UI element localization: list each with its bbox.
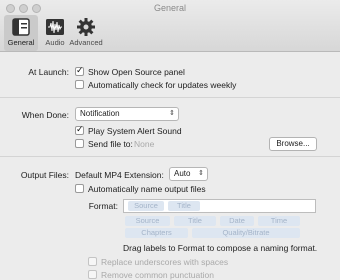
token-date[interactable]: Date xyxy=(220,216,254,226)
format-field[interactable]: Source Title xyxy=(123,199,316,213)
auto-name-checkbox[interactable] xyxy=(75,184,84,193)
token-chapters[interactable]: Chapters xyxy=(125,228,188,238)
mp4-extension-value: Auto xyxy=(174,169,191,178)
format-hint: Drag labels to Format to compose a namin… xyxy=(123,243,318,253)
auto-name-label: Automatically name output files xyxy=(88,184,206,194)
format-token-title[interactable]: Title xyxy=(168,201,200,211)
updown-arrows-icon: ⇕ xyxy=(169,110,175,117)
tab-audio[interactable]: Audio xyxy=(38,15,72,51)
token-time[interactable]: Time xyxy=(258,216,300,226)
output-files-label: Output Files: xyxy=(20,170,69,180)
format-token-source[interactable]: Source xyxy=(128,201,164,211)
tab-advanced[interactable]: Advanced xyxy=(68,15,104,51)
token-title[interactable]: Title xyxy=(174,216,216,226)
auto-update-label: Automatically check for updates weekly xyxy=(88,80,237,90)
send-file-checkbox[interactable] xyxy=(75,139,84,148)
separator xyxy=(0,97,340,98)
when-done-value: Notification xyxy=(80,109,120,118)
format-label: Format: xyxy=(88,201,118,211)
at-launch-label: At Launch: xyxy=(28,67,69,77)
show-open-source-checkbox[interactable] xyxy=(75,65,84,76)
show-open-source-label: Show Open Source panel xyxy=(88,67,185,77)
tab-advanced-label: Advanced xyxy=(69,38,103,47)
preferences-content: At Launch: Show Open Source panel Automa… xyxy=(0,53,340,280)
audio-icon xyxy=(46,19,64,35)
remove-punctuation-label: Remove common punctuation xyxy=(101,270,214,280)
tab-general[interactable]: General xyxy=(4,15,38,51)
play-sound-label: Play System Alert Sound xyxy=(88,126,182,136)
tab-general-label: General xyxy=(7,38,35,47)
replace-underscores-label: Replace underscores with spaces xyxy=(101,257,229,267)
general-icon xyxy=(12,18,30,36)
separator xyxy=(0,156,340,157)
updown-arrows-icon: ⇕ xyxy=(198,170,204,177)
gear-icon xyxy=(77,18,95,36)
token-quality-bitrate[interactable]: Quality/Bitrate xyxy=(192,228,300,238)
play-sound-checkbox[interactable] xyxy=(75,124,84,135)
tab-audio-label: Audio xyxy=(45,38,65,47)
mp4-extension-popup[interactable]: Auto ⇕ xyxy=(169,167,208,181)
remove-punctuation-checkbox[interactable] xyxy=(88,270,97,279)
auto-update-checkbox[interactable] xyxy=(75,80,84,89)
send-file-label: Send file to: xyxy=(88,139,133,149)
when-done-label: When Done: xyxy=(21,110,69,120)
token-source[interactable]: Source xyxy=(125,216,170,226)
replace-underscores-checkbox[interactable] xyxy=(88,257,97,266)
browse-button[interactable]: Browse... xyxy=(269,137,317,151)
window-titlebar: General General Audio Advanced xyxy=(0,0,340,52)
mp4-extension-label: Default MP4 Extension: xyxy=(75,170,164,180)
send-file-target: None xyxy=(134,139,155,149)
window-title: General xyxy=(153,3,187,13)
when-done-popup[interactable]: Notification ⇕ xyxy=(75,107,179,121)
